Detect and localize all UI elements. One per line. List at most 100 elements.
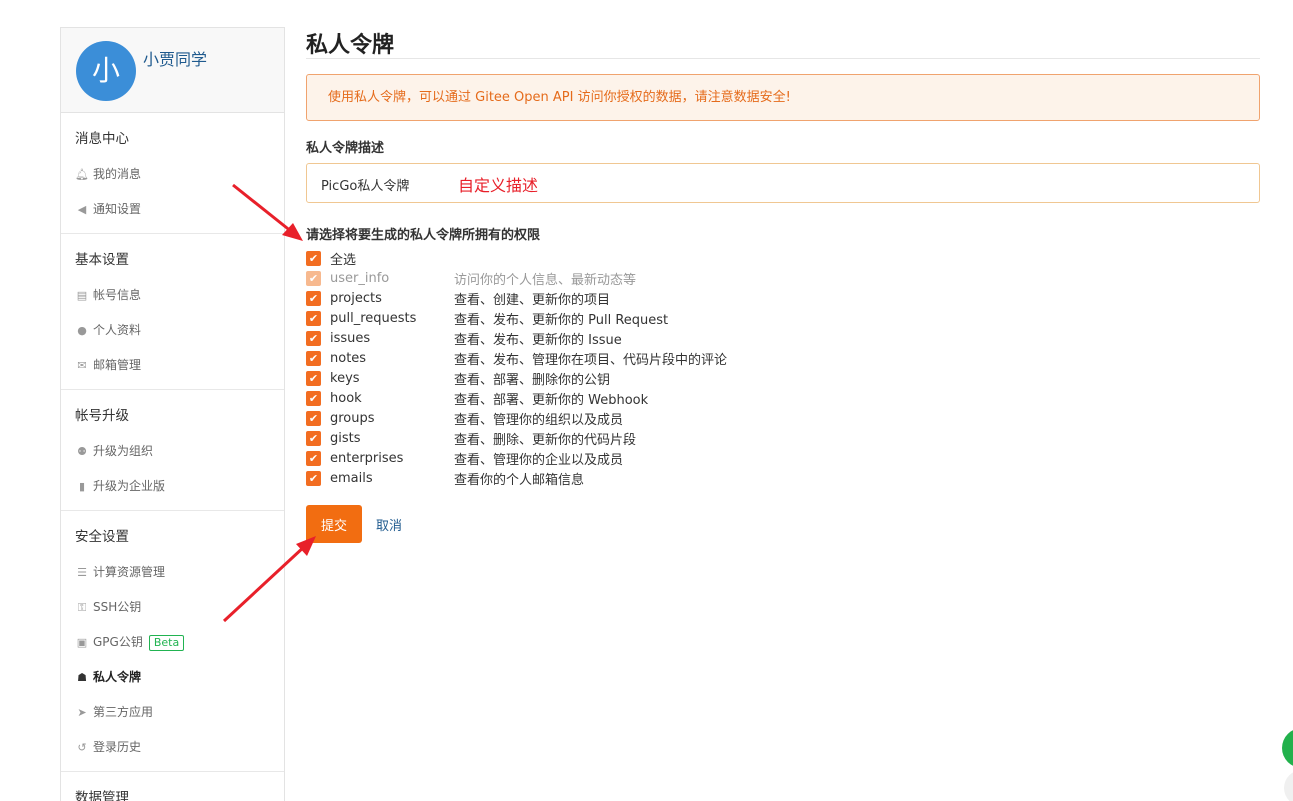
sidebar-item-label: 升级为企业版: [93, 479, 166, 493]
sidebar-section-data: 数据管理: [61, 772, 284, 801]
permission-checkbox[interactable]: ✔: [306, 310, 321, 326]
permission-name: user_info: [330, 270, 390, 286]
permission-checkbox[interactable]: ✔: [306, 370, 321, 386]
permission-name: gists: [330, 430, 361, 446]
lock-icon: ▣: [76, 635, 88, 649]
permission-row-emails[interactable]: ✔ emails 查看你的个人邮箱信息: [306, 468, 1260, 488]
permission-description: 查看、删除、更新你的代码片段: [454, 432, 637, 448]
permission-description: 查看、部署、删除你的公钥: [454, 372, 611, 388]
permission-row-gists[interactable]: ✔ gists 查看、删除、更新你的代码片段: [306, 428, 1260, 448]
section-title: 帐号升级: [75, 408, 129, 424]
sidebar-item-notification-settings[interactable]: ◀ 通知设置: [61, 192, 284, 227]
permission-row-keys[interactable]: ✔ keys 查看、部署、删除你的公钥: [306, 368, 1260, 388]
annotation-custom-description: 自定义描述: [458, 176, 539, 195]
users-icon: ⚉: [77, 444, 87, 458]
server-icon: ☰: [77, 565, 87, 579]
avatar[interactable]: 小: [76, 41, 136, 101]
permission-checkbox[interactable]: ✔: [306, 330, 321, 346]
permission-checkbox[interactable]: ✔: [306, 410, 321, 426]
envelope-icon: ✉: [77, 358, 87, 372]
sidebar-item-gpg-keys[interactable]: ▣ GPG公钥 Beta: [61, 625, 284, 660]
token-description-label: 私人令牌描述: [306, 141, 385, 156]
permission-name: enterprises: [330, 450, 404, 466]
bell-icon: 🔔︎: [75, 167, 89, 181]
permission-name: projects: [330, 290, 382, 306]
sidebar-item-upgrade-org[interactable]: ⚉ 升级为组织: [61, 434, 284, 469]
sidebar-item-label: 计算资源管理: [93, 565, 166, 579]
token-icon: ☗: [77, 670, 87, 684]
section-title: 基本设置: [75, 252, 129, 268]
id-card-icon: ▤: [76, 288, 88, 302]
username[interactable]: 小贾同学: [143, 46, 207, 70]
permission-checkbox[interactable]: ✔: [306, 450, 321, 466]
token-description-input[interactable]: PicGo私人令牌 自定义描述: [306, 163, 1260, 203]
sidebar-item-ssh-keys[interactable]: ⚿ SSH公钥: [61, 590, 284, 625]
permission-description: 查看、创建、更新你的项目: [454, 292, 611, 308]
sidebar-item-email[interactable]: ✉ 邮箱管理: [61, 348, 284, 383]
key-icon: ⚿: [77, 600, 87, 614]
permission-description: 查看、部署、更新你的 Webhook: [454, 392, 649, 408]
beta-badge: Beta: [148, 634, 185, 651]
permission-checkbox[interactable]: ✔: [306, 430, 321, 446]
permission-row-hook[interactable]: ✔ hook 查看、部署、更新你的 Webhook: [306, 388, 1260, 408]
permission-name: emails: [330, 470, 373, 486]
form-actions: 提交 取消: [306, 505, 1260, 543]
permission-row-projects[interactable]: ✔ projects 查看、创建、更新你的项目: [306, 288, 1260, 308]
permission-name: hook: [330, 390, 362, 406]
floating-help-button[interactable]: [1282, 728, 1293, 768]
permission-row-issues[interactable]: ✔ issues 查看、发布、更新你的 Issue: [306, 328, 1260, 348]
sidebar-item-private-tokens[interactable]: ☗ 私人令牌: [61, 660, 284, 695]
permission-name: notes: [330, 350, 367, 366]
sidebar-item-profile[interactable]: ● 个人资料: [61, 313, 284, 348]
sidebar-item-label: SSH公钥: [93, 600, 142, 614]
permission-checkbox[interactable]: ✔: [306, 290, 321, 306]
security-notice: 使用私人令牌，可以通过 Gitee Open API 访问你授权的数据，请注意数…: [306, 74, 1260, 121]
page-title: 私人令牌: [306, 27, 1260, 59]
permission-description: 查看、发布、更新你的 Pull Request: [454, 312, 669, 328]
user-icon: ●: [77, 323, 87, 337]
permission-checkbox[interactable]: ✔: [306, 350, 321, 366]
section-title: 消息中心: [75, 131, 129, 147]
sidebar-item-third-party-apps[interactable]: ➤ 第三方应用: [61, 695, 284, 730]
permission-name: keys: [330, 370, 360, 386]
permission-row-pull-requests[interactable]: ✔ pull_requests 查看、发布、更新你的 Pull Request: [306, 308, 1260, 328]
permission-checkbox: ✔: [306, 270, 321, 286]
sidebar-item-account-info[interactable]: ▤ 帐号信息: [61, 278, 284, 313]
cancel-link[interactable]: 取消: [376, 515, 402, 534]
sidebar-item-label: 我的消息: [93, 167, 142, 181]
sidebar-item-label: 私人令牌: [93, 670, 142, 684]
main-content: 私人令牌 使用私人令牌，可以通过 Gitee Open API 访问你授权的数据…: [306, 0, 1260, 543]
permission-description: 访问你的个人信息、最新动态等: [454, 272, 637, 288]
sidebar-section-security: 安全设置 ☰ 计算资源管理 ⚿ SSH公钥 ▣ GPG公钥 Beta ☗ 私人令…: [61, 511, 284, 772]
permission-description: 查看、管理你的组织以及成员: [454, 412, 624, 428]
sidebar-item-my-messages[interactable]: 🔔︎ 我的消息: [61, 157, 284, 192]
permission-name: pull_requests: [330, 310, 417, 326]
section-title: 安全设置: [75, 529, 129, 545]
select-all-label: 全选: [330, 252, 357, 268]
permission-description: 查看、发布、管理你在项目、代码片段中的评论: [454, 352, 728, 368]
select-all-row[interactable]: ✔ 全选: [306, 248, 1260, 268]
sidebar-item-label: 通知设置: [93, 202, 142, 216]
sidebar-item-upgrade-enterprise[interactable]: ▮ 升级为企业版: [61, 469, 284, 504]
select-all-checkbox[interactable]: ✔: [306, 250, 321, 266]
speaker-icon: ◀: [77, 202, 87, 216]
permission-name: groups: [330, 410, 375, 426]
settings-sidebar: 小 小贾同学 消息中心 🔔︎ 我的消息 ◀ 通知设置 基本设置 ▤ 帐号信息 ●…: [60, 27, 285, 801]
sidebar-item-label: 升级为组织: [93, 444, 154, 458]
permission-description: 查看你的个人邮箱信息: [454, 472, 585, 488]
sidebar-item-label: 登录历史: [93, 740, 142, 754]
sidebar-item-label: 第三方应用: [93, 705, 154, 719]
token-description-value: PicGo私人令牌: [321, 179, 410, 194]
sidebar-section-basic: 基本设置 ▤ 帐号信息 ● 个人资料 ✉ 邮箱管理: [61, 234, 284, 390]
permission-row-groups[interactable]: ✔ groups 查看、管理你的组织以及成员: [306, 408, 1260, 428]
permission-checkbox[interactable]: ✔: [306, 470, 321, 486]
sidebar-item-label: 帐号信息: [93, 288, 142, 302]
floating-secondary-button[interactable]: [1284, 770, 1293, 801]
permission-row-user-info[interactable]: ✔ user_info 访问你的个人信息、最新动态等: [306, 268, 1260, 288]
sidebar-item-login-history[interactable]: ↺ 登录历史: [61, 730, 284, 765]
submit-button[interactable]: 提交: [306, 505, 362, 543]
sidebar-item-compute-resources[interactable]: ☰ 计算资源管理: [61, 555, 284, 590]
permission-row-enterprises[interactable]: ✔ enterprises 查看、管理你的企业以及成员: [306, 448, 1260, 468]
permission-row-notes[interactable]: ✔ notes 查看、发布、管理你在项目、代码片段中的评论: [306, 348, 1260, 368]
permission-checkbox[interactable]: ✔: [306, 390, 321, 406]
